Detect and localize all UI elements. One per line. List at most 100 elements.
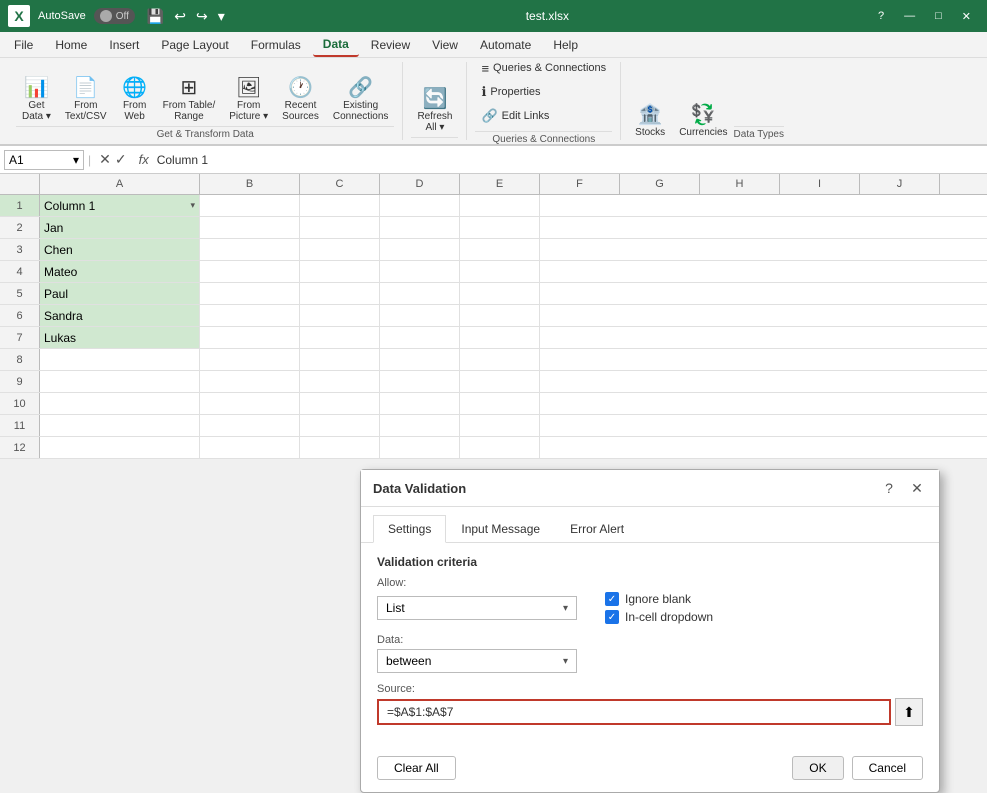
menu-item-review[interactable]: Review	[361, 34, 420, 56]
cell-e4[interactable]	[460, 261, 540, 282]
tab-input-message[interactable]: Input Message	[446, 515, 555, 543]
from-web-button[interactable]: 🌐 FromWeb	[115, 76, 155, 124]
dialog-close-button[interactable]: ✕	[907, 478, 927, 498]
cell-b2[interactable]	[200, 217, 300, 238]
menu-item-help[interactable]: Help	[543, 34, 588, 56]
cell-c2[interactable]	[300, 217, 380, 238]
cell-e7[interactable]	[460, 327, 540, 348]
cell-d4[interactable]	[380, 261, 460, 282]
cell-c4[interactable]	[300, 261, 380, 282]
cell-a6[interactable]: Sandra	[40, 305, 200, 326]
in-cell-dropdown-checkbox[interactable]: In-cell dropdown	[605, 610, 713, 624]
cell-d2[interactable]	[380, 217, 460, 238]
cell-a4[interactable]: Mateo	[40, 261, 200, 282]
close-icon[interactable]: ✕	[954, 6, 979, 27]
toggle-dot-icon	[100, 10, 112, 22]
cell-b3[interactable]	[200, 239, 300, 260]
redo-icon[interactable]: ↪	[196, 8, 208, 25]
cell-d6[interactable]	[380, 305, 460, 326]
undo-icon[interactable]: ↩	[174, 8, 186, 25]
properties-button[interactable]: ℹ Properties	[475, 81, 546, 103]
edit-links-button[interactable]: 🔗 Edit Links	[475, 105, 555, 127]
name-box[interactable]: A1 ▾	[4, 150, 84, 170]
cell-dropdown-icon[interactable]: ▾	[190, 200, 195, 211]
allow-select[interactable]: List ▾	[377, 596, 577, 620]
cell-c3[interactable]	[300, 239, 380, 260]
cell-a7[interactable]: Lukas	[40, 327, 200, 348]
recent-sources-button[interactable]: 🕐 RecentSources	[276, 76, 325, 124]
minimize-icon[interactable]: —	[896, 6, 923, 27]
source-input[interactable]	[377, 699, 891, 725]
cell-b5[interactable]	[200, 283, 300, 304]
table-row: 1 Column 1 ▾	[0, 195, 987, 217]
cell-b7[interactable]	[200, 327, 300, 348]
menu-item-home[interactable]: Home	[45, 34, 97, 56]
cell-a10[interactable]	[40, 393, 200, 414]
tab-error-alert[interactable]: Error Alert	[555, 515, 639, 543]
currencies-button[interactable]: 💱 Currencies	[673, 103, 733, 140]
cell-c5[interactable]	[300, 283, 380, 304]
toggle-state-label: Off	[116, 11, 129, 22]
cell-a11[interactable]	[40, 415, 200, 436]
queries-connections-button[interactable]: ≡ Queries & Connections	[475, 58, 612, 79]
clear-all-button[interactable]: Clear All	[377, 756, 456, 780]
cell-a12[interactable]	[40, 437, 200, 458]
menu-item-automate[interactable]: Automate	[470, 34, 541, 56]
col-header-c: C	[300, 174, 380, 194]
from-text-csv-button[interactable]: 📄 FromText/CSV	[59, 76, 113, 124]
cell-d7[interactable]	[380, 327, 460, 348]
cell-a9[interactable]	[40, 371, 200, 392]
existing-connections-button[interactable]: 🔗 ExistingConnections	[327, 76, 395, 124]
row-number-10: 10	[0, 393, 40, 414]
cell-e5[interactable]	[460, 283, 540, 304]
autosave-toggle[interactable]: Off	[94, 8, 135, 24]
menu-item-data[interactable]: Data	[313, 33, 359, 57]
cell-b6[interactable]	[200, 305, 300, 326]
cell-c1[interactable]	[300, 195, 380, 216]
cell-d1[interactable]	[380, 195, 460, 216]
menu-item-file[interactable]: File	[4, 34, 43, 56]
fx-icon[interactable]: fx	[135, 152, 153, 167]
dialog-help-button[interactable]: ?	[879, 478, 899, 498]
name-box-dropdown-icon[interactable]: ▾	[73, 153, 79, 167]
from-picture-button[interactable]: 🖼 FromPicture ▾	[223, 76, 274, 124]
save-icon[interactable]: 💾	[147, 8, 164, 25]
data-select[interactable]: between ▾	[377, 649, 577, 673]
source-collapse-button[interactable]: ⬆	[895, 698, 923, 726]
dialog-title-bar: Data Validation ? ✕	[361, 470, 939, 507]
menu-item-insert[interactable]: Insert	[99, 34, 149, 56]
cell-a3[interactable]: Chen	[40, 239, 200, 260]
menu-item-formulas[interactable]: Formulas	[241, 34, 311, 56]
from-table-range-button[interactable]: ⊞ From Table/Range	[157, 76, 222, 124]
help-icon[interactable]: ?	[870, 6, 892, 27]
maximize-icon[interactable]: □	[927, 6, 950, 27]
cell-d3[interactable]	[380, 239, 460, 260]
menu-item-page-layout[interactable]: Page Layout	[151, 34, 238, 56]
customize-icon[interactable]: ▾	[218, 8, 225, 25]
cell-b4[interactable]	[200, 261, 300, 282]
cell-d5[interactable]	[380, 283, 460, 304]
stocks-button[interactable]: 🏦 Stocks	[629, 103, 671, 140]
cell-e3[interactable]	[460, 239, 540, 260]
get-data-button[interactable]: 📊 GetData ▾	[16, 76, 57, 124]
cell-c6[interactable]	[300, 305, 380, 326]
cell-b1[interactable]	[200, 195, 300, 216]
cancel-formula-icon[interactable]: ✕	[99, 151, 111, 168]
spreadsheet-rows: 1 Column 1 ▾ 2 Jan 3	[0, 195, 987, 459]
refresh-all-button[interactable]: 🔄 RefreshAll ▾	[411, 87, 458, 135]
confirm-formula-icon[interactable]: ✓	[115, 151, 127, 168]
cell-e1[interactable]	[460, 195, 540, 216]
cell-c7[interactable]	[300, 327, 380, 348]
cell-a1[interactable]: Column 1 ▾	[40, 195, 200, 216]
cell-e6[interactable]	[460, 305, 540, 326]
cancel-button[interactable]: Cancel	[852, 756, 923, 780]
ok-button[interactable]: OK	[792, 756, 843, 780]
menu-item-view[interactable]: View	[422, 34, 468, 56]
formula-input[interactable]: Column 1	[157, 153, 983, 167]
tab-settings[interactable]: Settings	[373, 515, 446, 543]
cell-a8[interactable]	[40, 349, 200, 370]
ignore-blank-checkbox[interactable]: Ignore blank	[605, 592, 713, 606]
cell-a5[interactable]: Paul	[40, 283, 200, 304]
cell-e2[interactable]	[460, 217, 540, 238]
cell-a2[interactable]: Jan	[40, 217, 200, 238]
